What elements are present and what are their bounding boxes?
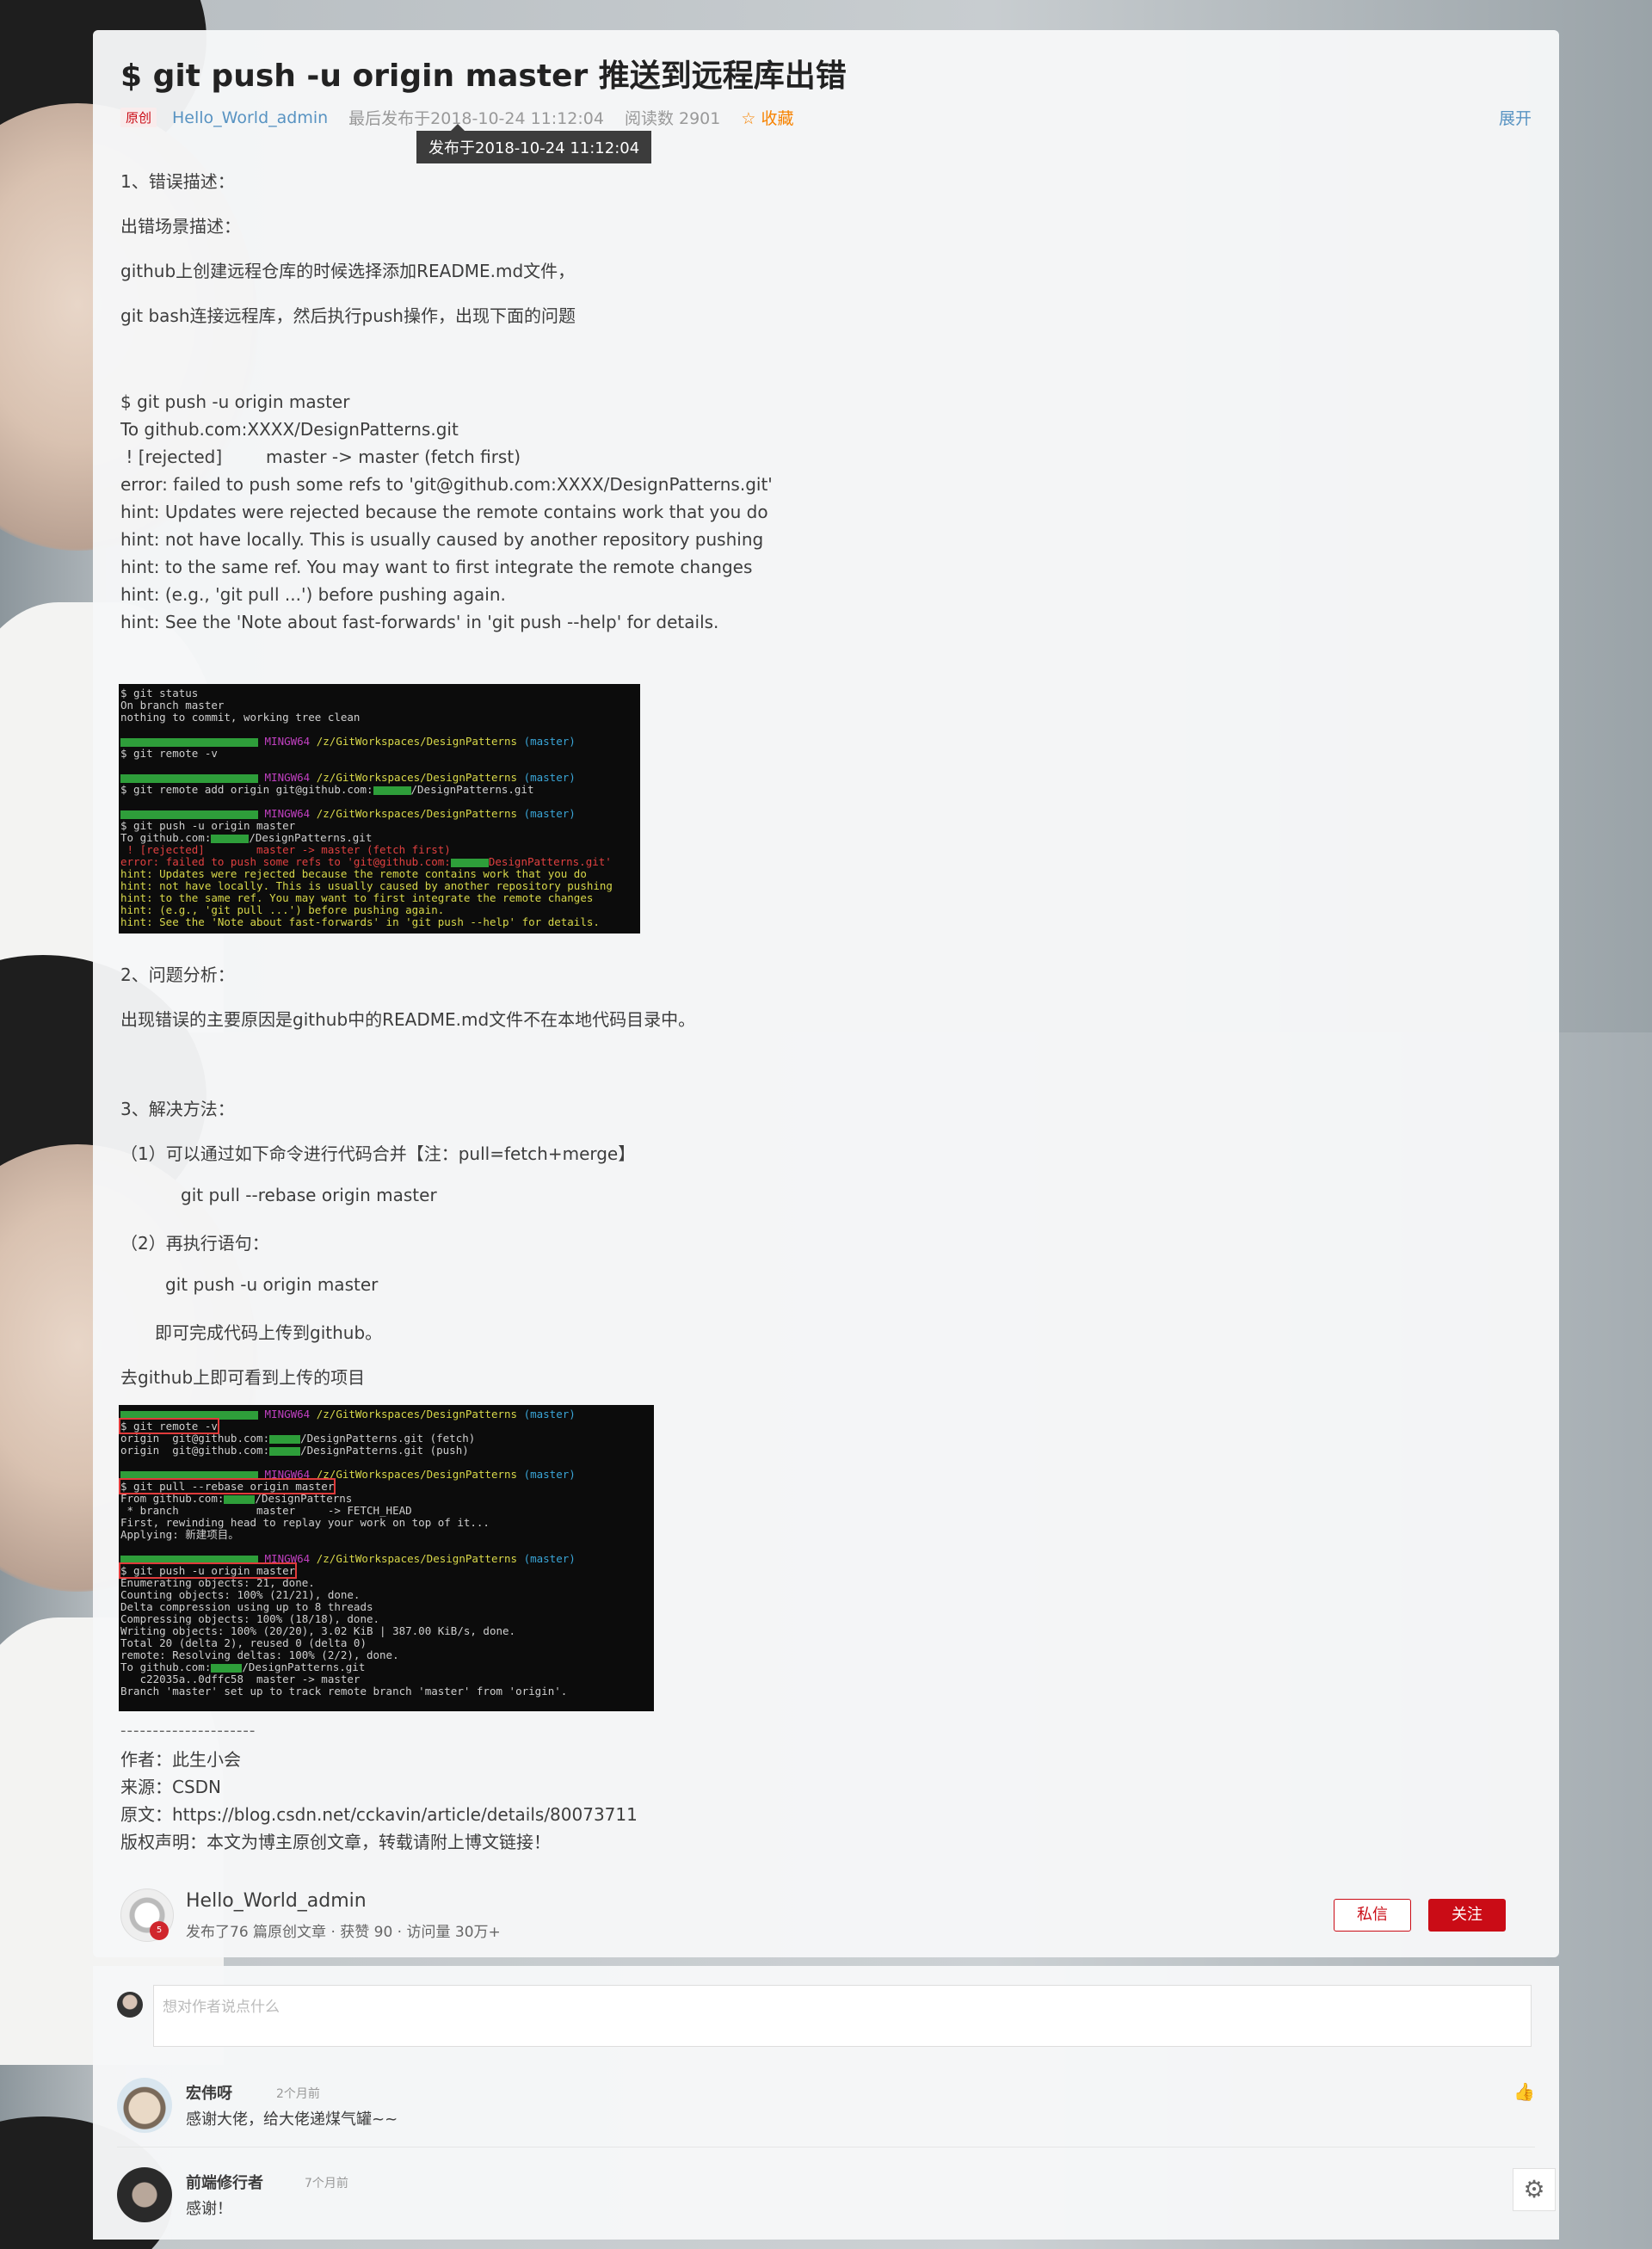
error-log-line: $ git push -u origin master (120, 391, 350, 412)
my-avatar (117, 1992, 143, 2018)
scene-line-2: git bash连接远程库，然后执行push操作，出现下面的问题 (120, 305, 576, 326)
author-box: 5 Hello_World_admin 发布了76 篇原创文章 · 获赞 90 … (120, 1889, 1532, 1949)
expand-button[interactable]: 展开 (1499, 106, 1532, 129)
command-2: git push -u origin master (165, 1274, 379, 1295)
section-3-heading: 3、解决方法： (120, 1099, 235, 1119)
footer-original-link[interactable]: 原文：https://blog.csdn.net/cckavin/article… (120, 1801, 638, 1828)
comment-time: 7个月前 (305, 2177, 348, 2190)
comment-text: 感谢大佬，给大佬递煤气罐~~ (186, 2110, 398, 2129)
comment-input[interactable]: 想对作者说点什么 (153, 1985, 1532, 2047)
section-2-heading: 2、问题分析： (120, 964, 235, 985)
scene-heading: 出错场景描述： (120, 216, 241, 237)
terminal-screenshot-2: MINGW64 /z/GitWorkspaces/DesignPatterns … (119, 1405, 654, 1711)
error-log-line: hint: not have locally. This is usually … (120, 529, 764, 550)
footer-source: 来源：CSDN (120, 1777, 222, 1797)
footer-author: 作者：此生小会 (120, 1749, 241, 1770)
article-footer: 作者：此生小会 来源：CSDN 原文：https://blog.csdn.net… (120, 1746, 638, 1856)
author-name[interactable]: Hello_World_admin (186, 1890, 367, 1912)
star-icon: ☆ (741, 109, 756, 128)
error-log-line: ! [rejected] master -> master (fetch fir… (120, 447, 521, 467)
step-1: （1）可以通过如下命令进行代码合并【注：pull=fetch+merge】 (120, 1143, 636, 1164)
commenter-avatar[interactable] (117, 2167, 172, 2222)
separator: --------------------- (120, 1722, 256, 1740)
error-log: $ git push -u origin master To github.co… (120, 388, 773, 636)
settings-gear-icon[interactable]: ⚙ (1513, 2168, 1556, 2211)
error-log-line: hint: Updates were rejected because the … (120, 502, 768, 522)
comment-item: 宏伟呀 2个月前 感谢大佬，给大佬递煤气罐~~ 👍 (117, 2078, 1535, 2147)
error-log-line: error: failed to push some refs to 'git@… (120, 474, 773, 495)
level-badge-icon: 5 (150, 1921, 169, 1940)
article-title: $ git push -u origin master 推送到远程库出错 (120, 59, 847, 94)
publish-tooltip: 发布于2018-10-24 11:12:04 (416, 124, 652, 163)
author-link[interactable]: Hello_World_admin (172, 108, 328, 127)
error-log-line: hint: to the same ref. You may want to f… (120, 557, 753, 577)
step-2: （2）再执行语句： (120, 1233, 269, 1254)
error-log-line: hint: (e.g., 'git pull ...') before push… (120, 584, 506, 605)
favorite-label: 收藏 (761, 109, 794, 128)
section-1-heading: 1、错误描述： (120, 171, 235, 192)
original-badge: 原创 (120, 108, 157, 127)
comment-item: 前端修行者 7个月前 感谢！ (117, 2167, 1535, 2236)
done-text: 即可完成代码上传到github。 (155, 1322, 383, 1343)
article-card: $ git push -u origin master 推送到远程库出错 原创 … (93, 30, 1559, 1957)
message-button[interactable]: 私信 (1334, 1899, 1411, 1932)
publish-time: 最后发布于2018-10-24 11:12:04 (348, 109, 604, 128)
terminal-screenshot-1: $ git status On branch master nothing to… (119, 684, 640, 933)
read-count: 阅读数 2901 (624, 109, 721, 128)
footer-copyright: 版权声明：本文为博主原创文章，转载请附上博文链接！ (120, 1832, 551, 1852)
command-1: git pull --rebase origin master (181, 1185, 437, 1205)
scene-line-1: github上创建远程仓库的时候选择添加README.md文件， (120, 261, 576, 281)
comments-card: 想对作者说点什么 宏伟呀 2个月前 感谢大佬，给大佬递煤气罐~~ 👍 前端修行者… (93, 1966, 1559, 2240)
follow-button[interactable]: 关注 (1428, 1899, 1506, 1932)
author-stats: 发布了76 篇原创文章 · 获赞 90 · 访问量 30万+ (186, 1924, 501, 1941)
commenter-name[interactable]: 宏伟呀 (186, 2081, 232, 2104)
section-2-text: 出现错误的主要原因是github中的README.md文件不在本地代码目录中。 (120, 1009, 696, 1030)
commenter-avatar[interactable] (117, 2078, 172, 2133)
error-log-line: To github.com:XXXX/DesignPatterns.git (120, 419, 459, 440)
comment-text: 感谢！ (186, 2200, 232, 2218)
thumbs-up-icon[interactable]: 👍 (1513, 2081, 1535, 2102)
comment-time: 2个月前 (276, 2087, 320, 2101)
commenter-name[interactable]: 前端修行者 (186, 2171, 263, 2193)
favorite-button[interactable]: ☆ 收藏 (741, 106, 793, 129)
see-project-text: 去github上即可看到上传的项目 (120, 1367, 366, 1388)
error-log-line: hint: See the 'Note about fast-forwards'… (120, 612, 719, 632)
